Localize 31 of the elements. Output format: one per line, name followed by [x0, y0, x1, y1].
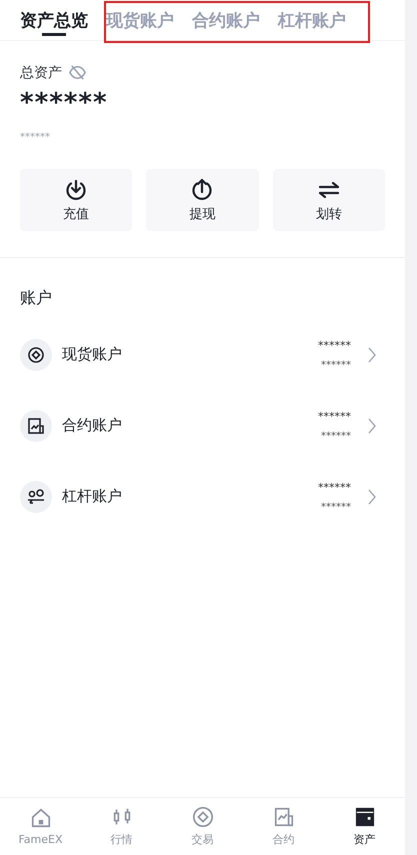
wallet-icon	[354, 806, 376, 828]
account-value: ******	[318, 480, 351, 494]
coin-icon	[20, 338, 52, 370]
account-row[interactable]: 合约账户 ****** ******	[0, 390, 405, 461]
people-icon	[20, 480, 52, 512]
account-row[interactable]: 杠杆账户 ****** ******	[0, 461, 405, 532]
account-sub-value: ******	[321, 360, 351, 370]
action-button[interactable]: 提现	[146, 169, 259, 231]
account-sub-value: ******	[321, 502, 351, 512]
action-button[interactable]: 划转	[272, 169, 385, 231]
chevron-right-icon	[367, 488, 377, 506]
section-title: 账户	[19, 287, 53, 309]
chevron-right-icon	[367, 416, 377, 434]
tab[interactable]: 资产总览	[20, 4, 88, 34]
chart-icon	[20, 410, 52, 442]
home-icon	[30, 807, 52, 829]
chart-icon	[272, 806, 294, 828]
account-value: ******	[318, 410, 351, 422]
total-sub-value: ******	[20, 132, 51, 143]
upload-icon	[190, 178, 214, 202]
chevron-right-icon	[367, 346, 377, 364]
eye-off-icon[interactable]	[68, 63, 87, 82]
download-icon	[64, 178, 88, 202]
total-assets-label: 总资产	[20, 64, 62, 82]
coin-icon	[192, 806, 214, 828]
account-value: ******	[318, 338, 351, 352]
action-button[interactable]: 充值	[20, 169, 132, 231]
total-value: ******	[20, 88, 109, 118]
account-sub-value: ******	[321, 430, 351, 442]
nav-item[interactable]: 资产	[324, 798, 405, 855]
account-row[interactable]: 现货账户 ****** ******	[0, 319, 405, 390]
